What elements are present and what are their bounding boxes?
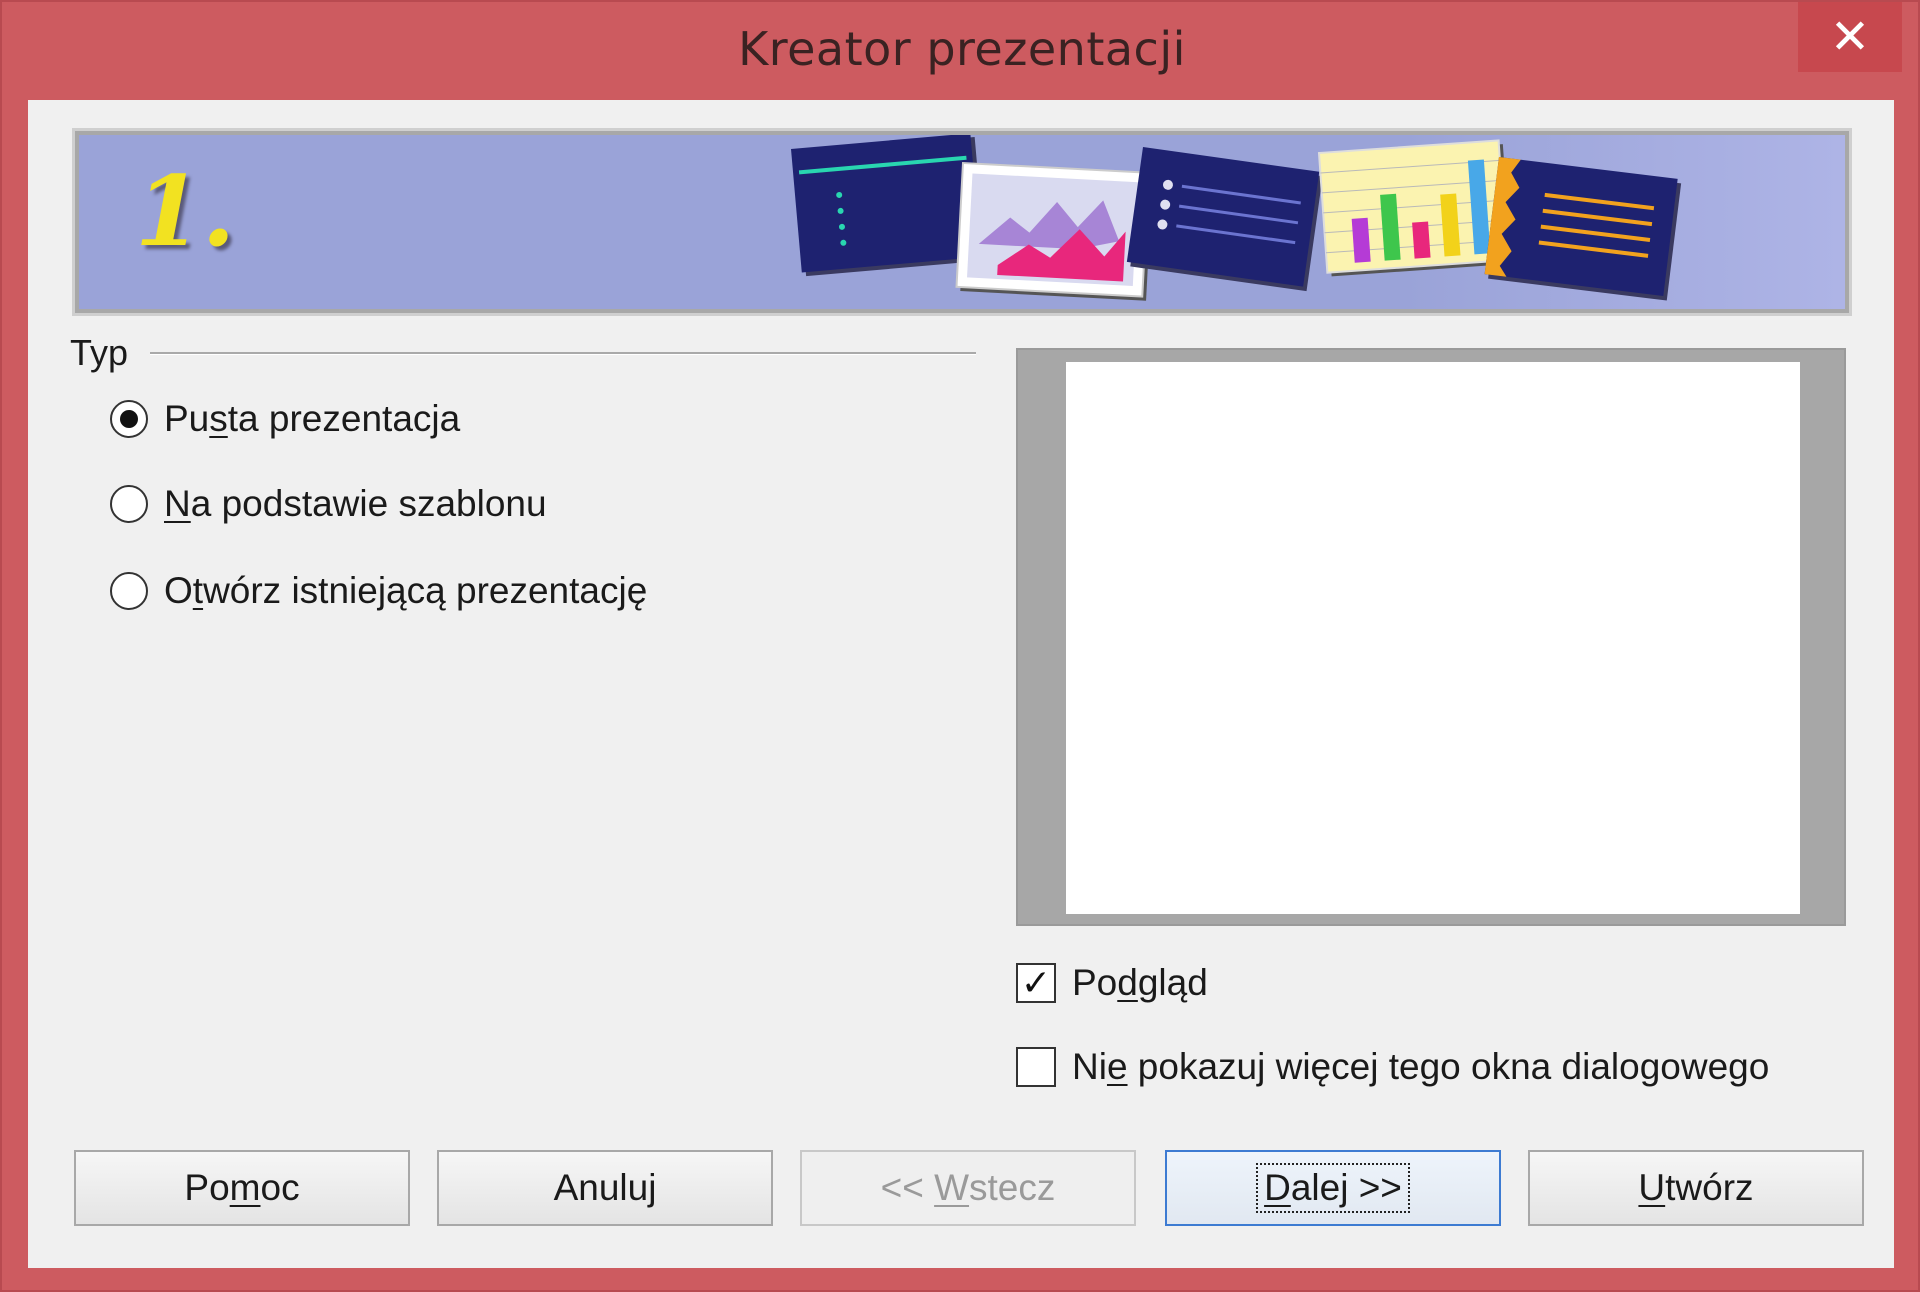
radio-button[interactable] [110, 485, 148, 523]
preview-checkbox-label: Podgląd [1072, 962, 1208, 1003]
help-button-label: Pomoc [184, 1167, 300, 1208]
radio-label: Pusta prezentacja [164, 398, 461, 439]
wizard-banner: 1. [72, 128, 1852, 316]
preview-canvas [1066, 362, 1800, 914]
title-bar[interactable]: Kreator prezentacji ✕ [2, 2, 1920, 100]
cancel-button[interactable]: Anuluj [437, 1150, 773, 1226]
radio-label: Na podstawie szablonu [164, 483, 547, 524]
radio-empty-presentation[interactable]: Pusta prezentacja [110, 398, 460, 440]
slide-thumbnail-icon [1317, 139, 1512, 277]
preview-checkbox[interactable]: ✓ [1016, 963, 1056, 1003]
banner-slides-illustration [791, 135, 1682, 301]
next-button-label: Dalej >> [1256, 1163, 1410, 1213]
dont-show-checkbox-label: Nie pokazuj więcej tego okna dialogowego [1072, 1046, 1770, 1087]
cancel-button-label: Anuluj [553, 1167, 657, 1208]
radio-open-existing[interactable]: Otwórz istniejącą prezentację [110, 570, 647, 612]
slide-thumbnail-icon [791, 135, 986, 277]
close-button[interactable]: ✕ [1798, 2, 1902, 72]
create-button[interactable]: Utwórz [1528, 1150, 1864, 1226]
slide-thumbnail-icon [1126, 147, 1323, 292]
back-button[interactable]: << Wstecz [800, 1150, 1136, 1226]
radio-from-template[interactable]: Na podstawie szablonu [110, 483, 547, 525]
dialog-client-area: 1. Typ Pusta prezentacja Na podstawie sz… [28, 100, 1894, 1268]
group-divider [150, 352, 976, 355]
dont-show-checkbox[interactable] [1016, 1047, 1056, 1087]
window-title: Kreator prezentacji [738, 22, 1186, 76]
create-button-label: Utwórz [1638, 1167, 1754, 1208]
preview-checkbox-row[interactable]: ✓ Podgląd [1016, 962, 1208, 1004]
help-button[interactable]: Pomoc [74, 1150, 410, 1226]
slide-thumbnail-icon [955, 161, 1153, 301]
next-button[interactable]: Dalej >> [1165, 1150, 1501, 1226]
radio-button[interactable] [110, 400, 148, 438]
back-button-label: << Wstecz [880, 1167, 1056, 1208]
radio-button[interactable] [110, 572, 148, 610]
slide-thumbnail-icon [1484, 157, 1682, 301]
dialog-window: Kreator prezentacji ✕ 1. Typ Pusta preze… [0, 0, 1920, 1292]
type-group-label: Typ [70, 332, 129, 373]
close-icon: ✕ [1829, 9, 1871, 65]
radio-label: Otwórz istniejącą prezentację [164, 570, 648, 611]
preview-pane [1016, 348, 1846, 926]
dont-show-checkbox-row[interactable]: Nie pokazuj więcej tego okna dialogowego [1016, 1046, 1769, 1088]
